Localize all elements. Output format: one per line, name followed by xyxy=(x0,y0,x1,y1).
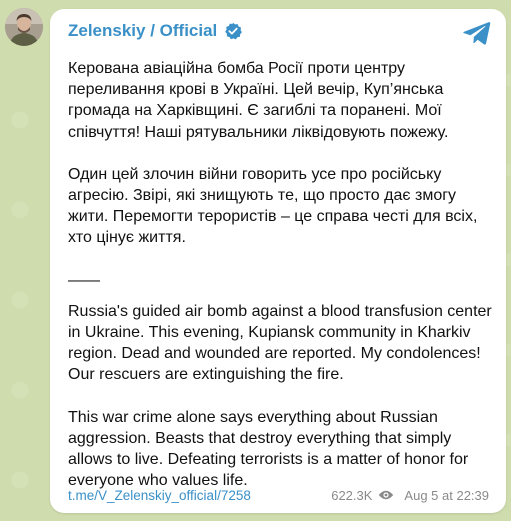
avatar-photo xyxy=(5,8,43,46)
telegram-logo-icon[interactable] xyxy=(462,18,492,48)
message-paragraph-en-1: Russia's guided air bomb against a blood… xyxy=(68,302,492,384)
message-paragraph-ua-1: Керована авіаційна бомба Росії проти цен… xyxy=(68,60,449,141)
post-link[interactable]: t.me/V_Zelenskiy_official/7258 xyxy=(68,488,251,503)
message-card: Zelenskiy / Official Керована авіаційна … xyxy=(50,9,506,513)
message-separator: —— xyxy=(68,271,100,289)
verified-badge-icon xyxy=(224,22,243,40)
message-footer: t.me/V_Zelenskiy_official/7258 622.3K Au… xyxy=(68,484,489,506)
message-paragraph-ua-2: Один цей злочин війни говорить усе про р… xyxy=(68,165,478,247)
channel-name[interactable]: Zelenskiy / Official xyxy=(68,19,217,43)
post-time[interactable]: Aug 5 at 22:39 xyxy=(404,488,489,503)
channel-avatar[interactable] xyxy=(5,8,43,46)
channel-header: Zelenskiy / Official xyxy=(68,19,243,43)
view-count: 622.3K xyxy=(331,488,394,503)
message-text: Керована авіаційна бомба Росії проти цен… xyxy=(68,58,496,512)
message-paragraph-en-2: This war crime alone says everything abo… xyxy=(68,408,469,490)
view-count-value: 622.3K xyxy=(331,487,373,503)
eye-icon xyxy=(378,489,394,501)
